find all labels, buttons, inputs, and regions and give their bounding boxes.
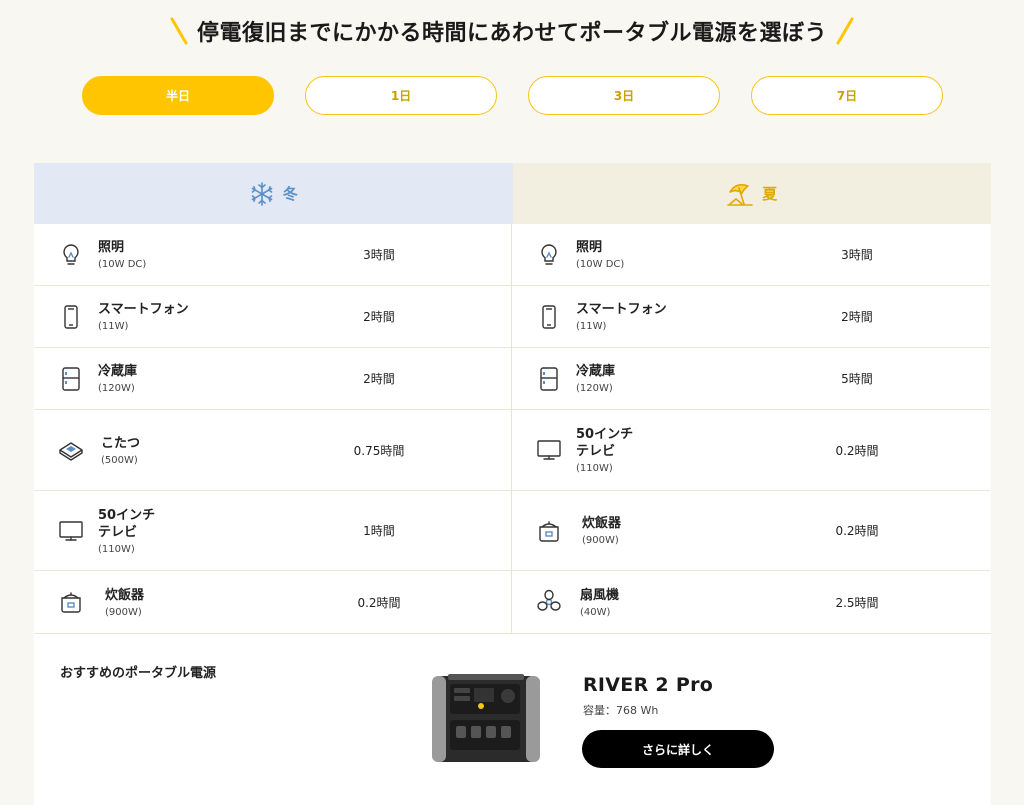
smartphone-icon — [536, 304, 562, 330]
item-watt: (11W) — [576, 321, 607, 332]
fridge-icon — [536, 366, 562, 392]
summer-column: 照明 (10W DC) 3時間 スマートフォン (11W) 2時間 冷蔵庫 (120W… — [512, 224, 990, 633]
list-item: 50インチ テレビ (110W) 1時間 — [34, 491, 511, 571]
item-name-line1: 50インチ — [98, 507, 156, 523]
item-watt: (10W DC) — [98, 259, 147, 270]
right-slash-decoration — [836, 17, 854, 45]
item-time: 5時間 — [841, 372, 873, 386]
tab-7-days[interactable]: 7日 — [751, 76, 943, 115]
item-time: 2.5時間 — [835, 595, 879, 610]
list-item: 炊飯器 (900W) 0.2時間 — [34, 571, 511, 633]
product-capacity: 容量：768 Wh — [583, 704, 659, 717]
item-watt: (11W) — [98, 321, 129, 332]
item-watt: (40W) — [580, 606, 611, 618]
season-header: 冬 夏 — [34, 163, 991, 224]
light-bulb-icon — [536, 242, 562, 268]
item-time: 0.2時間 — [835, 524, 879, 538]
beach-umbrella-icon — [727, 183, 754, 206]
item-name-line2: テレビ — [576, 444, 616, 459]
item-watt: (500W) — [101, 454, 138, 466]
item-watt: (900W) — [582, 535, 619, 546]
portable-power-station-image — [432, 674, 540, 762]
tv-icon — [58, 518, 84, 544]
item-name: スマートフォン — [576, 302, 667, 317]
item-name: 扇風機 — [580, 587, 620, 603]
more-details-button[interactable]: さらに詳しく — [582, 730, 774, 768]
item-name: 照明 — [576, 240, 603, 255]
item-watt: (900W) — [105, 606, 142, 618]
item-time: 2時間 — [841, 310, 873, 324]
product-name: RIVER 2 Pro — [583, 674, 714, 696]
list-item: 照明 (10W DC) 3時間 — [512, 224, 990, 286]
tv-icon — [536, 437, 562, 463]
item-time: 2時間 — [363, 372, 395, 386]
list-item: スマートフォン (11W) 2時間 — [34, 286, 511, 348]
item-watt: (110W) — [576, 463, 613, 474]
list-item: 冷蔵庫 (120W) 5時間 — [512, 348, 990, 410]
page-header: 停電復旧までにかかる時間にあわせてポータブル電源を選ぼう — [0, 14, 1024, 48]
item-watt: (110W) — [98, 543, 135, 555]
list-item: 冷蔵庫 (120W) 2時間 — [34, 348, 511, 410]
list-item: 炊飯器 (900W) 0.2時間 — [512, 491, 990, 571]
list-item: 照明 (10W DC) 3時間 — [34, 224, 511, 286]
item-name: 冷蔵庫 — [98, 364, 138, 379]
item-name: 照明 — [98, 240, 125, 255]
item-time: 0.75時間 — [353, 443, 405, 458]
list-item: 50インチテレビ (110W) 0.2時間 — [512, 410, 990, 491]
winter-column: 照明 (10W DC) 3時間 スマートフォン (11W) 2時間 冷蔵庫 (120W… — [34, 224, 512, 633]
usage-panel: 冬 夏 照明 (10W DC) 3時間 スマートフォン (11W) 2時間 冷蔵… — [34, 163, 991, 805]
item-name: スマートフォン — [98, 302, 189, 317]
item-time: 2時間 — [363, 310, 395, 324]
rice-cooker-icon — [536, 518, 562, 544]
tab-half-day[interactable]: 半日 — [82, 76, 274, 115]
fan-icon — [536, 589, 562, 615]
season-winter-label: 冬 — [282, 185, 298, 203]
item-name-line1: 50インチ — [576, 427, 634, 442]
item-watt: (120W) — [98, 383, 135, 394]
list-item: こたつ (500W) 0.75時間 — [34, 410, 511, 491]
light-bulb-icon — [58, 242, 84, 268]
season-summer: 夏 — [512, 163, 991, 224]
season-summer-label: 夏 — [762, 185, 778, 203]
season-winter: 冬 — [34, 163, 513, 224]
item-name-line2: テレビ — [98, 524, 138, 540]
kotatsu-icon — [58, 437, 84, 463]
page-title: 停電復旧までにかかる時間にあわせてポータブル電源を選ぼう — [196, 21, 827, 46]
smartphone-icon — [58, 304, 84, 330]
item-name: 冷蔵庫 — [576, 364, 616, 379]
rice-cooker-icon — [58, 589, 84, 615]
item-time: 0.2時間 — [835, 443, 879, 458]
item-time: 0.2時間 — [357, 595, 401, 610]
tab-1-day[interactable]: 1日 — [305, 76, 497, 115]
left-slash-decoration — [170, 17, 188, 45]
item-watt: (120W) — [576, 383, 613, 394]
item-name: 炊飯器 — [582, 516, 622, 531]
list-item: 扇風機 (40W) 2.5時間 — [512, 571, 990, 633]
list-item: スマートフォン (11W) 2時間 — [512, 286, 990, 348]
duration-tabs: 半日 1日 3日 7日 — [82, 76, 943, 115]
snowflake-icon — [251, 181, 273, 206]
tab-3-days[interactable]: 3日 — [528, 76, 720, 115]
appliance-grid: 照明 (10W DC) 3時間 スマートフォン (11W) 2時間 冷蔵庫 (120W… — [34, 224, 991, 633]
item-watt: (10W DC) — [576, 259, 625, 270]
fridge-icon — [58, 366, 84, 392]
recommendation-section: おすすめのポータブル電源 RIVER 2 Pro 容量：768 Wh さらに詳し… — [34, 633, 991, 803]
item-time: 3時間 — [363, 248, 395, 262]
item-time: 3時間 — [841, 248, 873, 262]
item-time: 1時間 — [363, 524, 395, 538]
item-name: こたつ — [101, 435, 141, 451]
recommendation-label: おすすめのポータブル電源 — [60, 666, 217, 681]
item-name: 炊飯器 — [105, 587, 145, 603]
